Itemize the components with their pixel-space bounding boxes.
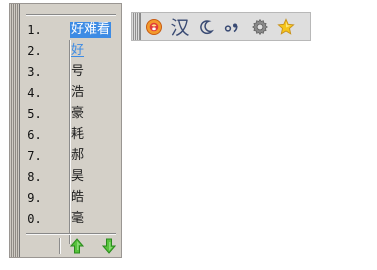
candidate-index: 7. (27, 148, 42, 163)
candidate-text[interactable]: 毫 (70, 211, 85, 227)
language-mode-label: 汉 (170, 17, 190, 39)
candidate-index: 1. (27, 22, 42, 37)
candidate-pager (59, 237, 121, 255)
candidate-item-5[interactable]: 5. 豪 (20, 103, 122, 124)
candidate-text[interactable]: 浩 (70, 85, 85, 101)
toolbar-grip[interactable] (132, 13, 141, 40)
pager-divider (59, 238, 61, 254)
candidate-item-4[interactable]: 4. 浩 (20, 82, 122, 103)
language-mode-toggle[interactable]: 汉 (167, 13, 193, 40)
candidate-text[interactable]: 皓 (70, 190, 85, 206)
favorite-button[interactable] (273, 13, 299, 40)
candidate-index: 0. (27, 211, 42, 226)
candidate-panel-bottom-divider (26, 233, 116, 235)
candidate-text[interactable]: 豪 (70, 106, 85, 122)
candidate-text-highlighted[interactable]: 好 (70, 43, 85, 59)
gear-icon (252, 18, 268, 35)
ime-status-toolbar: 汉 (131, 12, 311, 41)
green-up-arrow-icon (70, 238, 84, 254)
candidate-index: 6. (27, 127, 42, 142)
candidate-index: 9. (27, 190, 42, 205)
candidate-item-8[interactable]: 8. 昊 (20, 166, 122, 187)
candidate-text[interactable]: 郝 (70, 148, 85, 164)
candidate-item-10[interactable]: 0. 毫 (20, 208, 122, 229)
candidate-text[interactable]: 号 (70, 64, 85, 80)
previous-page-button[interactable] (68, 237, 86, 255)
punctuation-mode-toggle[interactable] (219, 13, 247, 40)
candidate-text-selected[interactable]: 好难看 (70, 21, 112, 38)
star-icon (277, 17, 295, 35)
next-page-button[interactable] (100, 237, 118, 255)
candidate-index: 4. (27, 85, 42, 100)
candidate-index: 5. (27, 106, 42, 121)
green-down-arrow-icon (102, 238, 116, 254)
candidate-list: 1. 好难看 2. 好 3. 号 4. 浩 5. 豪 6. 耗 7. 郝 8. (20, 19, 122, 244)
ime-logo-button[interactable] (141, 13, 167, 40)
candidate-index: 3. (27, 64, 42, 79)
candidate-item-3[interactable]: 3. 号 (20, 61, 122, 82)
candidate-item-2[interactable]: 2. 好 (20, 40, 122, 61)
full-half-width-toggle[interactable] (193, 13, 219, 40)
settings-button[interactable] (247, 13, 273, 40)
candidate-item-1[interactable]: 1. 好难看 (20, 19, 122, 40)
candidate-index: 8. (27, 169, 42, 184)
chinese-punctuation-icon (224, 23, 238, 32)
candidate-item-9[interactable]: 9. 皓 (20, 187, 122, 208)
candidate-item-6[interactable]: 6. 耗 (20, 124, 122, 145)
crescent-moon-icon (200, 19, 214, 34)
candidate-text[interactable]: 耗 (70, 127, 85, 143)
candidate-panel-grip[interactable] (10, 4, 20, 257)
ime-logo-icon (146, 18, 162, 35)
candidate-text[interactable]: 昊 (70, 169, 85, 185)
candidate-list-divider (69, 40, 71, 244)
candidate-panel: 1. 好难看 2. 好 3. 号 4. 浩 5. 豪 6. 耗 7. 郝 8. (9, 3, 122, 258)
candidate-index: 2. (27, 43, 42, 58)
candidate-item-7[interactable]: 7. 郝 (20, 145, 122, 166)
candidate-panel-top-divider (26, 14, 116, 16)
